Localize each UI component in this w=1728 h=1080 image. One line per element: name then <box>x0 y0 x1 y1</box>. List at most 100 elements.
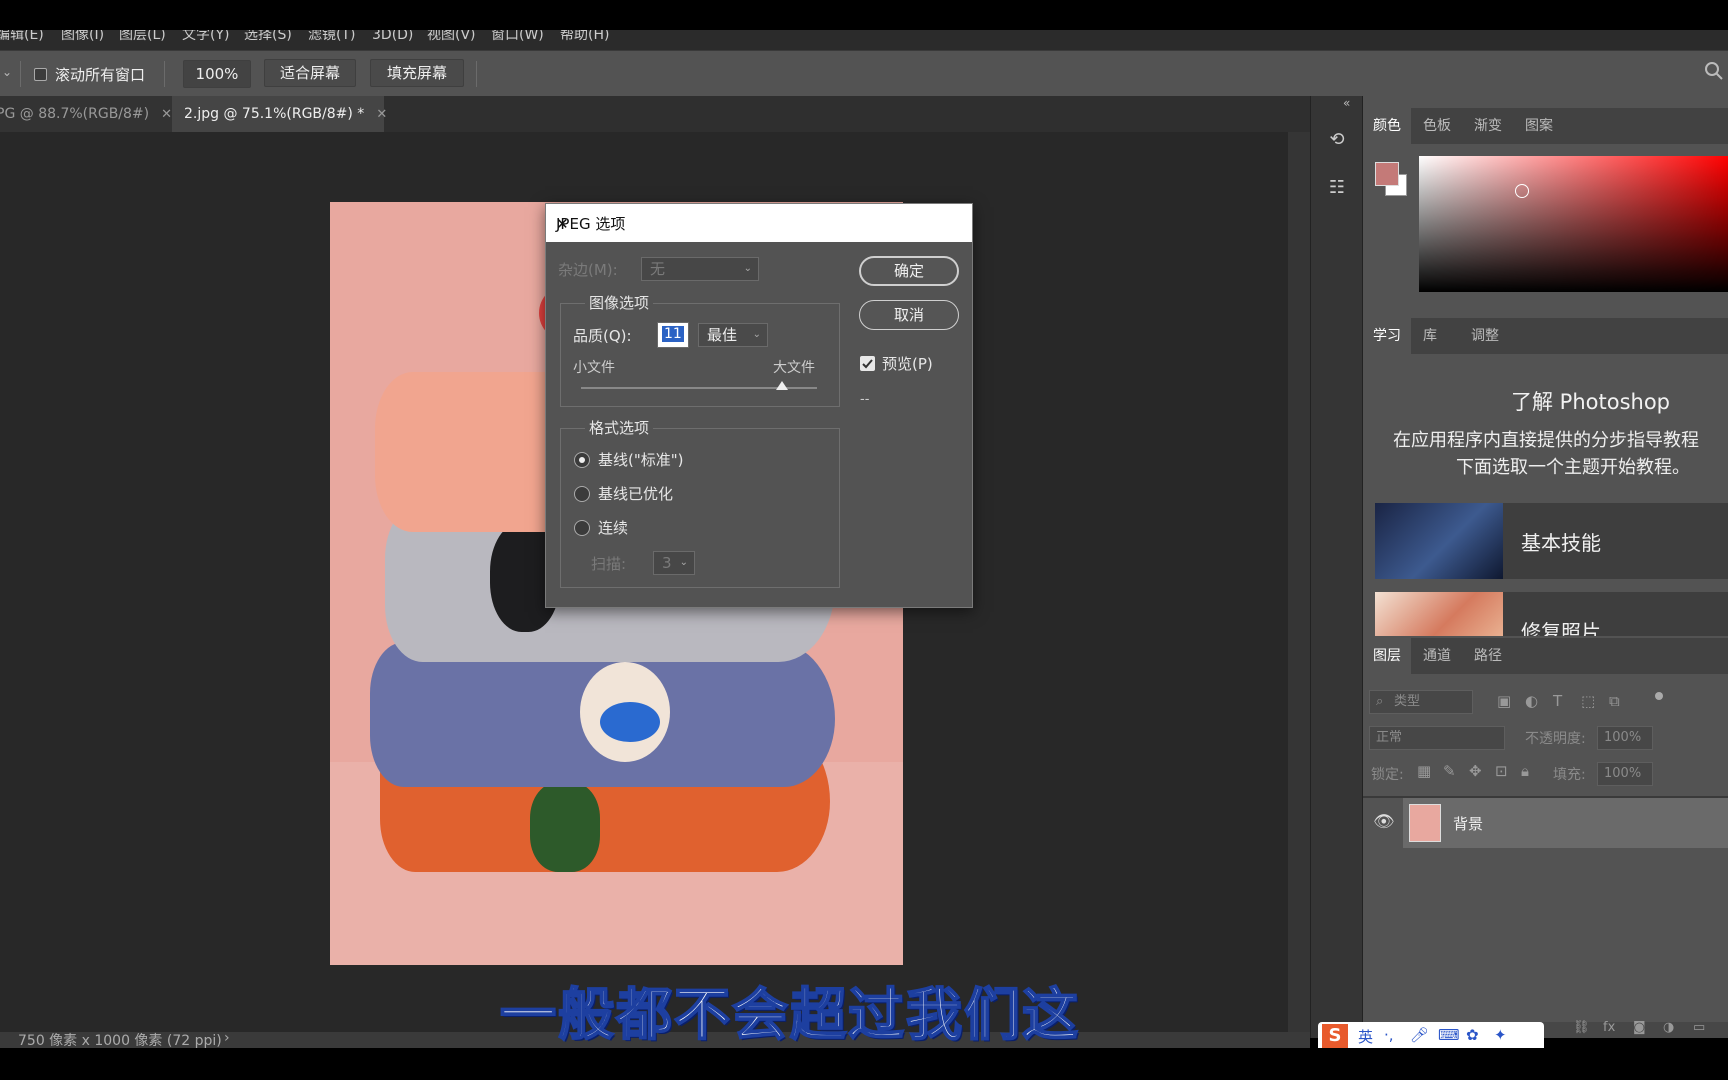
lock-all-icon[interactable]: 🔒︎ <box>1521 762 1529 780</box>
chevron-down-icon: ⌄ <box>679 557 688 568</box>
learn-heading: 了解 Photoshop <box>1511 390 1671 414</box>
adjustment-filter-icon[interactable]: ◐ <box>1525 692 1538 710</box>
tab-color[interactable]: 颜色 <box>1363 108 1411 144</box>
tab-gradients[interactable]: 渐变 <box>1464 108 1512 144</box>
ime-punct-icon[interactable]: ·, <box>1384 1026 1394 1044</box>
menu-filter[interactable]: 滤镜(T) <box>308 30 355 42</box>
tab-adjustments[interactable]: 调整 <box>1461 318 1509 354</box>
fill-field[interactable]: 100% <box>1597 762 1653 786</box>
collapse-panels-icon[interactable]: « <box>1343 96 1350 110</box>
tab-learn[interactable]: 学习 <box>1363 318 1411 354</box>
menu-select[interactable]: 选择(S) <box>244 30 292 42</box>
scans-label: 扫描: <box>591 555 627 573</box>
menu-layer[interactable]: 图层(L) <box>119 30 166 42</box>
close-icon[interactable]: ✕ <box>161 107 172 122</box>
visibility-eye-icon[interactable]: 👁︎ <box>1373 812 1395 832</box>
scans-select[interactable]: 3 ⌄ <box>653 551 695 575</box>
chevron-down-icon: ⌄ <box>752 329 761 340</box>
preview-checkbox[interactable] <box>860 356 875 371</box>
fill-label: 填充: <box>1553 767 1586 783</box>
ime-mic-icon[interactable]: 🎤︎ <box>1410 1026 1429 1044</box>
lock-image-icon[interactable]: ✎ <box>1443 762 1456 780</box>
options-bar: ⌄ 滚动所有窗口 100% 适合屏幕 填充屏幕 <box>0 50 1728 96</box>
quality-preset-value: 最佳 <box>707 326 738 344</box>
menu-edit[interactable]: 编辑(E) <box>0 30 44 42</box>
radio-baseline-optimized[interactable] <box>574 486 590 502</box>
lock-position-icon[interactable]: ✥ <box>1469 762 1482 780</box>
lock-transparent-icon[interactable]: ▦ <box>1417 762 1431 780</box>
lock-artboard-icon[interactable]: ⊡ <box>1495 762 1508 780</box>
tab-layers[interactable]: 图层 <box>1363 638 1411 674</box>
link-layers-icon[interactable]: ⛓︎ <box>1573 1020 1590 1035</box>
tab-swatches[interactable]: 色板 <box>1413 108 1461 144</box>
color-picker-field[interactable] <box>1419 156 1728 292</box>
close-icon[interactable]: ✕ <box>376 107 387 122</box>
zoom-percent-field[interactable]: 100% <box>183 60 251 88</box>
document-tab-2[interactable]: 2.jpg @ 75.1%(RGB/8#) * ✕ <box>172 96 387 132</box>
learn-description-line2: 下面选取一个主题开始教程。 <box>1456 457 1690 478</box>
image-filter-icon[interactable]: ▣ <box>1497 692 1511 710</box>
layer-thumbnail <box>1409 804 1441 842</box>
search-icon[interactable] <box>1704 61 1724 81</box>
chevron-down-icon[interactable]: ⌄ <box>2 65 12 79</box>
blend-mode-value: 正常 <box>1376 730 1403 745</box>
ime-skin-icon[interactable]: ✿ <box>1466 1026 1479 1044</box>
adjustment-layer-icon[interactable]: ◑ <box>1663 1020 1674 1035</box>
quality-input[interactable]: 11 <box>657 322 689 348</box>
ok-button[interactable]: 确定 <box>859 256 959 286</box>
ime-keyboard-icon[interactable]: ⌨︎ <box>1438 1026 1460 1044</box>
layer-mask-icon[interactable]: ◙ <box>1633 1020 1646 1035</box>
dialog-title-bar[interactable]: JPEG 选项 ✕ <box>546 204 972 242</box>
learn-topic-clip: 修复照片 <box>1375 592 1728 636</box>
image-options-label: 图像选项 <box>585 292 654 313</box>
document-tab-1[interactable]: PG @ 88.7%(RGB/8#) ✕ <box>0 96 172 132</box>
new-group-icon[interactable]: ▭ <box>1693 1020 1705 1035</box>
quality-slider-thumb[interactable] <box>775 381 788 390</box>
close-icon[interactable]: ✕ <box>556 213 960 235</box>
blend-mode-select[interactable]: 正常 <box>1369 726 1505 750</box>
properties-icon[interactable]: ☷ <box>1317 168 1357 208</box>
menu-image[interactable]: 图像(I) <box>61 30 104 42</box>
foreground-color-swatch[interactable] <box>1375 162 1399 186</box>
fx-icon[interactable]: fx <box>1603 1020 1615 1035</box>
image-towel-embroidery-blue <box>600 702 660 742</box>
history-icon[interactable]: ⟲ <box>1317 120 1357 160</box>
smart-object-filter-icon[interactable]: ⧉ <box>1609 692 1620 710</box>
tab-patterns[interactable]: 图案 <box>1515 108 1563 144</box>
radio-progressive[interactable] <box>574 520 590 536</box>
matte-select[interactable]: 无 ⌄ <box>641 257 759 281</box>
quality-slider-track[interactable] <box>581 381 817 390</box>
learn-description-line1: 在应用程序内直接提供的分步指导教程 <box>1393 430 1699 451</box>
opacity-label: 不透明度: <box>1525 731 1586 747</box>
menu-help[interactable]: 帮助(H) <box>560 30 609 42</box>
shape-filter-icon[interactable]: ⬚ <box>1581 692 1595 710</box>
ime-logo-icon[interactable]: S <box>1322 1024 1348 1048</box>
layer-filter-select[interactable]: ⌕ 类型 <box>1369 690 1473 714</box>
large-file-label: 大文件 <box>773 360 815 376</box>
type-filter-icon[interactable]: T <box>1553 692 1562 710</box>
tab-channels[interactable]: 通道 <box>1413 638 1461 674</box>
tab-libraries[interactable]: 库 <box>1413 318 1447 354</box>
ime-lang-label[interactable]: 英 <box>1358 1026 1373 1047</box>
fit-screen-button[interactable]: 适合屏幕 <box>264 59 356 87</box>
color-picker-handle[interactable] <box>1515 184 1529 198</box>
learn-topic-fix-photo[interactable]: 修复照片 <box>1375 592 1728 636</box>
menu-3d[interactable]: 3D(D) <box>372 30 413 42</box>
menu-window[interactable]: 窗口(W) <box>491 30 544 42</box>
radio-baseline-standard[interactable] <box>574 452 590 468</box>
layer-row-background[interactable]: 背景 <box>1403 798 1728 848</box>
fill-screen-button[interactable]: 填充屏幕 <box>370 59 464 87</box>
scroll-all-windows-checkbox[interactable] <box>34 68 47 81</box>
menu-type[interactable]: 文字(Y) <box>182 30 229 42</box>
canvas-vertical-scrollbar[interactable] <box>1288 132 1310 1038</box>
ime-tools-icon[interactable]: ✦ <box>1494 1026 1507 1044</box>
opacity-field[interactable]: 100% <box>1597 726 1653 750</box>
learn-topic-basic-skills[interactable]: 基本技能 <box>1375 503 1728 579</box>
file-size-readout: -- <box>860 392 870 407</box>
cancel-button[interactable]: 取消 <box>859 300 959 330</box>
quality-preset-select[interactable]: 最佳 ⌄ <box>698 323 768 347</box>
filter-toggle-icon[interactable] <box>1655 692 1663 700</box>
chevron-right-icon[interactable]: › <box>224 1032 230 1046</box>
menu-view[interactable]: 视图(V) <box>427 30 476 42</box>
tab-paths[interactable]: 路径 <box>1464 638 1512 674</box>
